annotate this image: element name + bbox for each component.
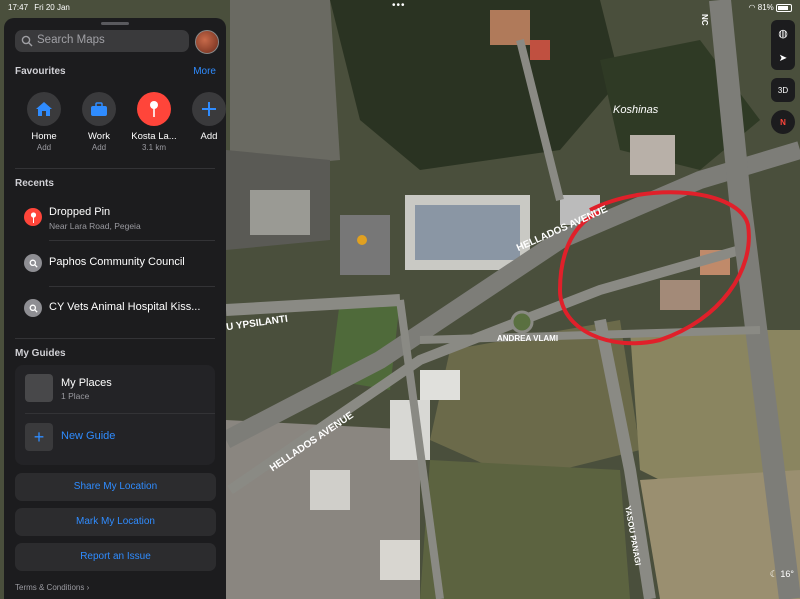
search-icon: [24, 254, 42, 272]
new-guide-button[interactable]: + New Guide: [15, 417, 215, 461]
share-location-button[interactable]: Share My Location: [15, 473, 216, 501]
recent-item-dropped-pin[interactable]: Dropped Pin Near Lara Road, Pegeia: [4, 198, 226, 238]
map-controls: ◍ ➤: [771, 20, 795, 70]
favourite-kosta[interactable]: Kosta La... 3.1 km: [129, 92, 179, 152]
map-label-nc: NC: [700, 14, 709, 26]
recent-item-cy-vets[interactable]: CY Vets Animal Hospital Kiss...: [4, 288, 226, 328]
status-bar: 17:47 Fri 20 Jan ••• ◠ 81%: [0, 0, 800, 14]
search-icon: [21, 35, 33, 47]
recent-item-paphos-council[interactable]: Paphos Community Council: [4, 243, 226, 283]
weather-badge: ☾ 16°: [770, 569, 794, 580]
guide-thumbnail: [25, 374, 53, 402]
divider: [49, 286, 215, 287]
divider: [15, 168, 215, 169]
favourite-sub: Add: [91, 143, 107, 152]
favourite-label: Add: [200, 131, 218, 142]
status-right: ◠ 81%: [749, 3, 792, 12]
search-placeholder[interactable]: Search Maps: [37, 34, 105, 46]
search-bar[interactable]: Search Maps: [15, 30, 189, 52]
recent-title: Dropped Pin: [49, 206, 111, 218]
favourite-work[interactable]: Work Add: [74, 92, 124, 152]
moon-icon: ☾: [769, 569, 778, 579]
guides-title: My Guides: [15, 348, 66, 359]
panel-grabber[interactable]: [101, 22, 129, 25]
3d-button[interactable]: 3D: [771, 78, 795, 102]
favourite-sub: 3.1 km: [141, 143, 166, 152]
favourite-label: Home: [31, 131, 57, 142]
recent-title: Paphos Community Council: [49, 256, 185, 268]
recent-title: CY Vets Animal Hospital Kiss...: [49, 301, 201, 313]
search-icon: [24, 299, 42, 317]
globe-icon[interactable]: ◍: [778, 27, 788, 40]
briefcase-icon: [82, 92, 116, 126]
favourite-label: Kosta La...: [131, 131, 177, 142]
map-label-koshinas: Koshinas: [613, 104, 659, 116]
recents-title: Recents: [15, 178, 54, 189]
favourite-add[interactable]: Add: [184, 92, 226, 142]
favourites-more-link[interactable]: More: [193, 66, 216, 77]
battery-percent: 81%: [757, 3, 774, 12]
report-issue-button[interactable]: Report an Issue: [15, 543, 216, 571]
favourite-sub: Add: [36, 143, 52, 152]
compass-icon[interactable]: N: [771, 110, 795, 134]
weather-temp: 16°: [780, 569, 794, 579]
status-time: 17:47 Fri 20 Jan: [8, 3, 70, 12]
guide-title: My Places: [61, 377, 112, 389]
multitasking-dots[interactable]: •••: [392, 0, 406, 11]
new-guide-label: New Guide: [61, 430, 116, 442]
mark-location-button[interactable]: Mark My Location: [15, 508, 216, 536]
favourite-label: Work: [88, 131, 110, 142]
location-arrow-icon[interactable]: ➤: [779, 53, 787, 64]
chevron-right-icon: ›: [86, 583, 90, 592]
guide-my-places[interactable]: My Places 1 Place: [15, 365, 215, 411]
guide-sub: 1 Place: [61, 391, 90, 401]
terms-link[interactable]: Terms & Conditions ›: [15, 583, 89, 592]
divider: [49, 240, 215, 241]
wifi-icon: ◠: [748, 3, 756, 12]
house-icon: [27, 92, 61, 126]
guides-list: My Places 1 Place + New Guide: [15, 365, 215, 465]
favourite-home[interactable]: Home Add: [19, 92, 69, 152]
pin-icon: [24, 208, 42, 226]
plus-icon: +: [25, 423, 53, 451]
divider: [25, 413, 215, 414]
divider: [15, 338, 215, 339]
plus-icon: [192, 92, 226, 126]
avatar[interactable]: [195, 30, 219, 54]
pin-icon: [137, 92, 171, 126]
maps-sidebar: Search Maps Favourites More Home Add Wor…: [4, 18, 226, 599]
map-label-andrea-vlami: ANDREA VLAMI: [497, 334, 559, 343]
battery-icon: [776, 3, 792, 12]
favourites-title: Favourites: [15, 66, 66, 77]
recent-subtitle: Near Lara Road, Pegeia: [49, 221, 141, 231]
